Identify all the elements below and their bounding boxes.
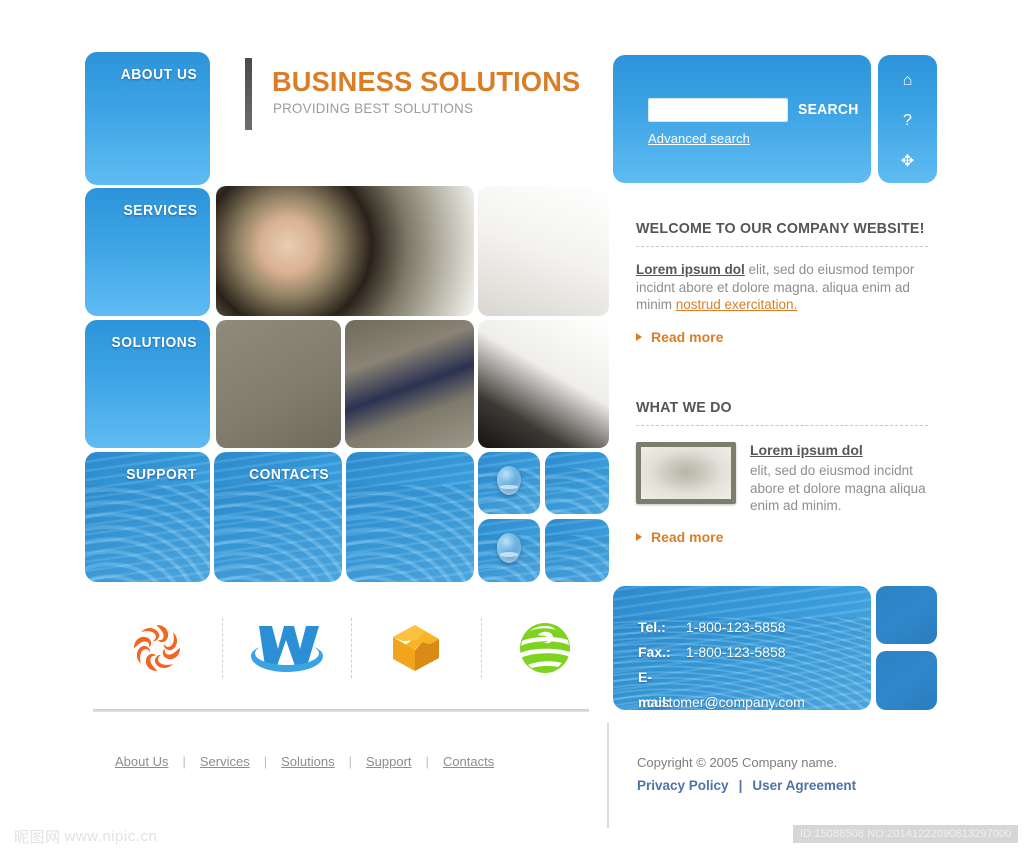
email-value[interactable]: customer@company.com [647,694,805,710]
sidebar-item-label: SERVICES [123,202,198,219]
sidebar-item-solutions[interactable]: SOLUTIONS [85,320,210,448]
arrow-right-icon [636,532,642,541]
watermark-site-cn: 昵图网 [14,828,61,846]
footer-divider [93,709,589,712]
tel-label: Tel.: [638,619,666,635]
policy-links: Privacy Policy | User Agreement [637,778,856,793]
footer-link-contacts[interactable]: Contacts [443,754,494,769]
separator: | [425,754,429,769]
orange-swirl-logo [133,625,180,671]
sidebar-item-support[interactable]: SUPPORT [85,452,210,582]
partner-logos [92,606,610,690]
welcome-heading: WELCOME TO OUR COMPANY WEBSITE! [636,220,925,237]
separator: | [738,778,743,793]
home-icon[interactable]: ⌂ [878,61,937,101]
privacy-policy-link[interactable]: Privacy Policy [637,778,729,793]
page-subtitle: PROVIDING BEST SOLUTIONS [273,100,474,116]
divider [636,246,928,247]
what-we-do-section: WHAT WE DO Lorem ipsum dol elit, sed do … [636,399,928,545]
footer-column-divider [607,723,609,828]
footer-link-support[interactable]: Support [366,754,412,769]
footer-link-services[interactable]: Services [200,754,250,769]
contact-fax-row: Fax.: 1-800-123-5858 [638,640,805,665]
arrow-right-icon [636,332,642,341]
hero-photo-tile [216,320,341,448]
contact-tel-row: Tel.: 1-800-123-5858 [638,615,805,640]
search-input[interactable] [648,98,788,122]
watermark-left: 昵图网 www.nipic.cn [14,826,157,847]
separator: | [348,754,352,769]
contact-info-box: Tel.: 1-800-123-5858 Fax.: 1-800-123-585… [613,586,871,710]
thumbnail-image [636,442,736,504]
separator: | [182,754,186,769]
decorative-blue-square [876,586,937,644]
droplet-tile [545,519,609,582]
separator: | [263,754,268,769]
footer-link-about-us[interactable]: About Us [115,754,168,769]
droplet-tile [478,452,540,514]
footer-link-solutions[interactable]: Solutions [281,754,334,769]
search-panel: SEARCH Advanced search [613,55,871,183]
sidebar-item-contacts[interactable]: CONTACTS [214,452,342,582]
sidebar-item-services[interactable]: SERVICES [85,188,210,316]
item-title-link[interactable]: Lorem ipsum dol [750,442,863,458]
page-root: ABOUT US SERVICES SOLUTIONS SUPPORT CONT… [0,0,1024,855]
fax-label: Fax.: [638,644,671,660]
partner-logo-item[interactable] [92,606,222,690]
decorative-blue-square [876,651,937,710]
tel-value: 1-800-123-5858 [685,619,786,635]
advanced-search-link[interactable]: Advanced search [648,131,750,146]
blue-w-logo [251,626,324,672]
welcome-lead: Lorem ipsum dol [636,262,745,277]
watermark-site-url: www.nipic.cn [64,828,158,845]
read-more-what-we-do[interactable]: Read more [636,529,928,545]
sitemap-icon[interactable]: ✥ [878,141,937,181]
sidebar-item-label: SOLUTIONS [111,334,198,351]
search-button[interactable]: SEARCH [798,101,859,118]
hero-photo-tile [478,320,609,448]
what-we-do-heading: WHAT WE DO [636,399,732,416]
green-globe-logo [520,623,571,673]
water-drop-icon [496,532,522,564]
copyright-text: Copyright © 2005 Company name. [637,755,838,770]
item-description: elit, sed do eiusmod incidnt abore et do… [750,463,926,513]
hero-photo-tile [216,186,474,316]
contact-email-row: E-mail: customer@company.com [638,669,805,710]
welcome-paragraph: Lorem ipsum dol elit, sed do eiusmod tem… [636,261,928,314]
sidebar-item-label: CONTACTS [249,466,330,483]
watermark-id: ID:15088508 NO:20141222090813297000 [793,825,1019,843]
orange-cube-logo [392,625,439,671]
read-more-label: Read more [651,528,724,545]
nostrud-link[interactable]: nostrud exercitation. [676,297,798,312]
droplet-tile [478,519,540,582]
fax-value: 1-800-123-5858 [685,644,786,660]
page-title: BUSINESS SOLUTIONS [272,66,581,97]
sidebar-item-about-us[interactable]: ABOUT US [85,52,210,185]
welcome-section: WELCOME TO OUR COMPANY WEBSITE! Lorem ip… [636,220,928,345]
droplet-tile [346,452,474,582]
partner-logo-item[interactable] [221,606,352,690]
droplet-tile [545,452,609,514]
read-more-label: Read more [651,328,724,345]
header-accent-bar [245,58,252,130]
partner-logo-item[interactable] [480,606,611,690]
sidebar-item-label: ABOUT US [120,66,198,83]
help-icon[interactable]: ? [878,101,937,141]
divider [636,425,928,426]
what-we-do-item: Lorem ipsum dol elit, sed do eiusmod inc… [636,442,928,515]
user-agreement-link[interactable]: User Agreement [752,778,856,793]
water-drop-icon [496,465,522,496]
hero-photo-tile [478,186,609,316]
quick-icon-column: ⌂ ? ✥ [878,55,937,183]
footer-links: About Us | Services | Solutions | Suppor… [115,754,494,769]
partner-logo-item[interactable] [351,606,481,690]
sidebar-item-label: SUPPORT [126,466,198,483]
hero-photo-tile [345,320,474,448]
read-more-welcome[interactable]: Read more [636,329,928,345]
